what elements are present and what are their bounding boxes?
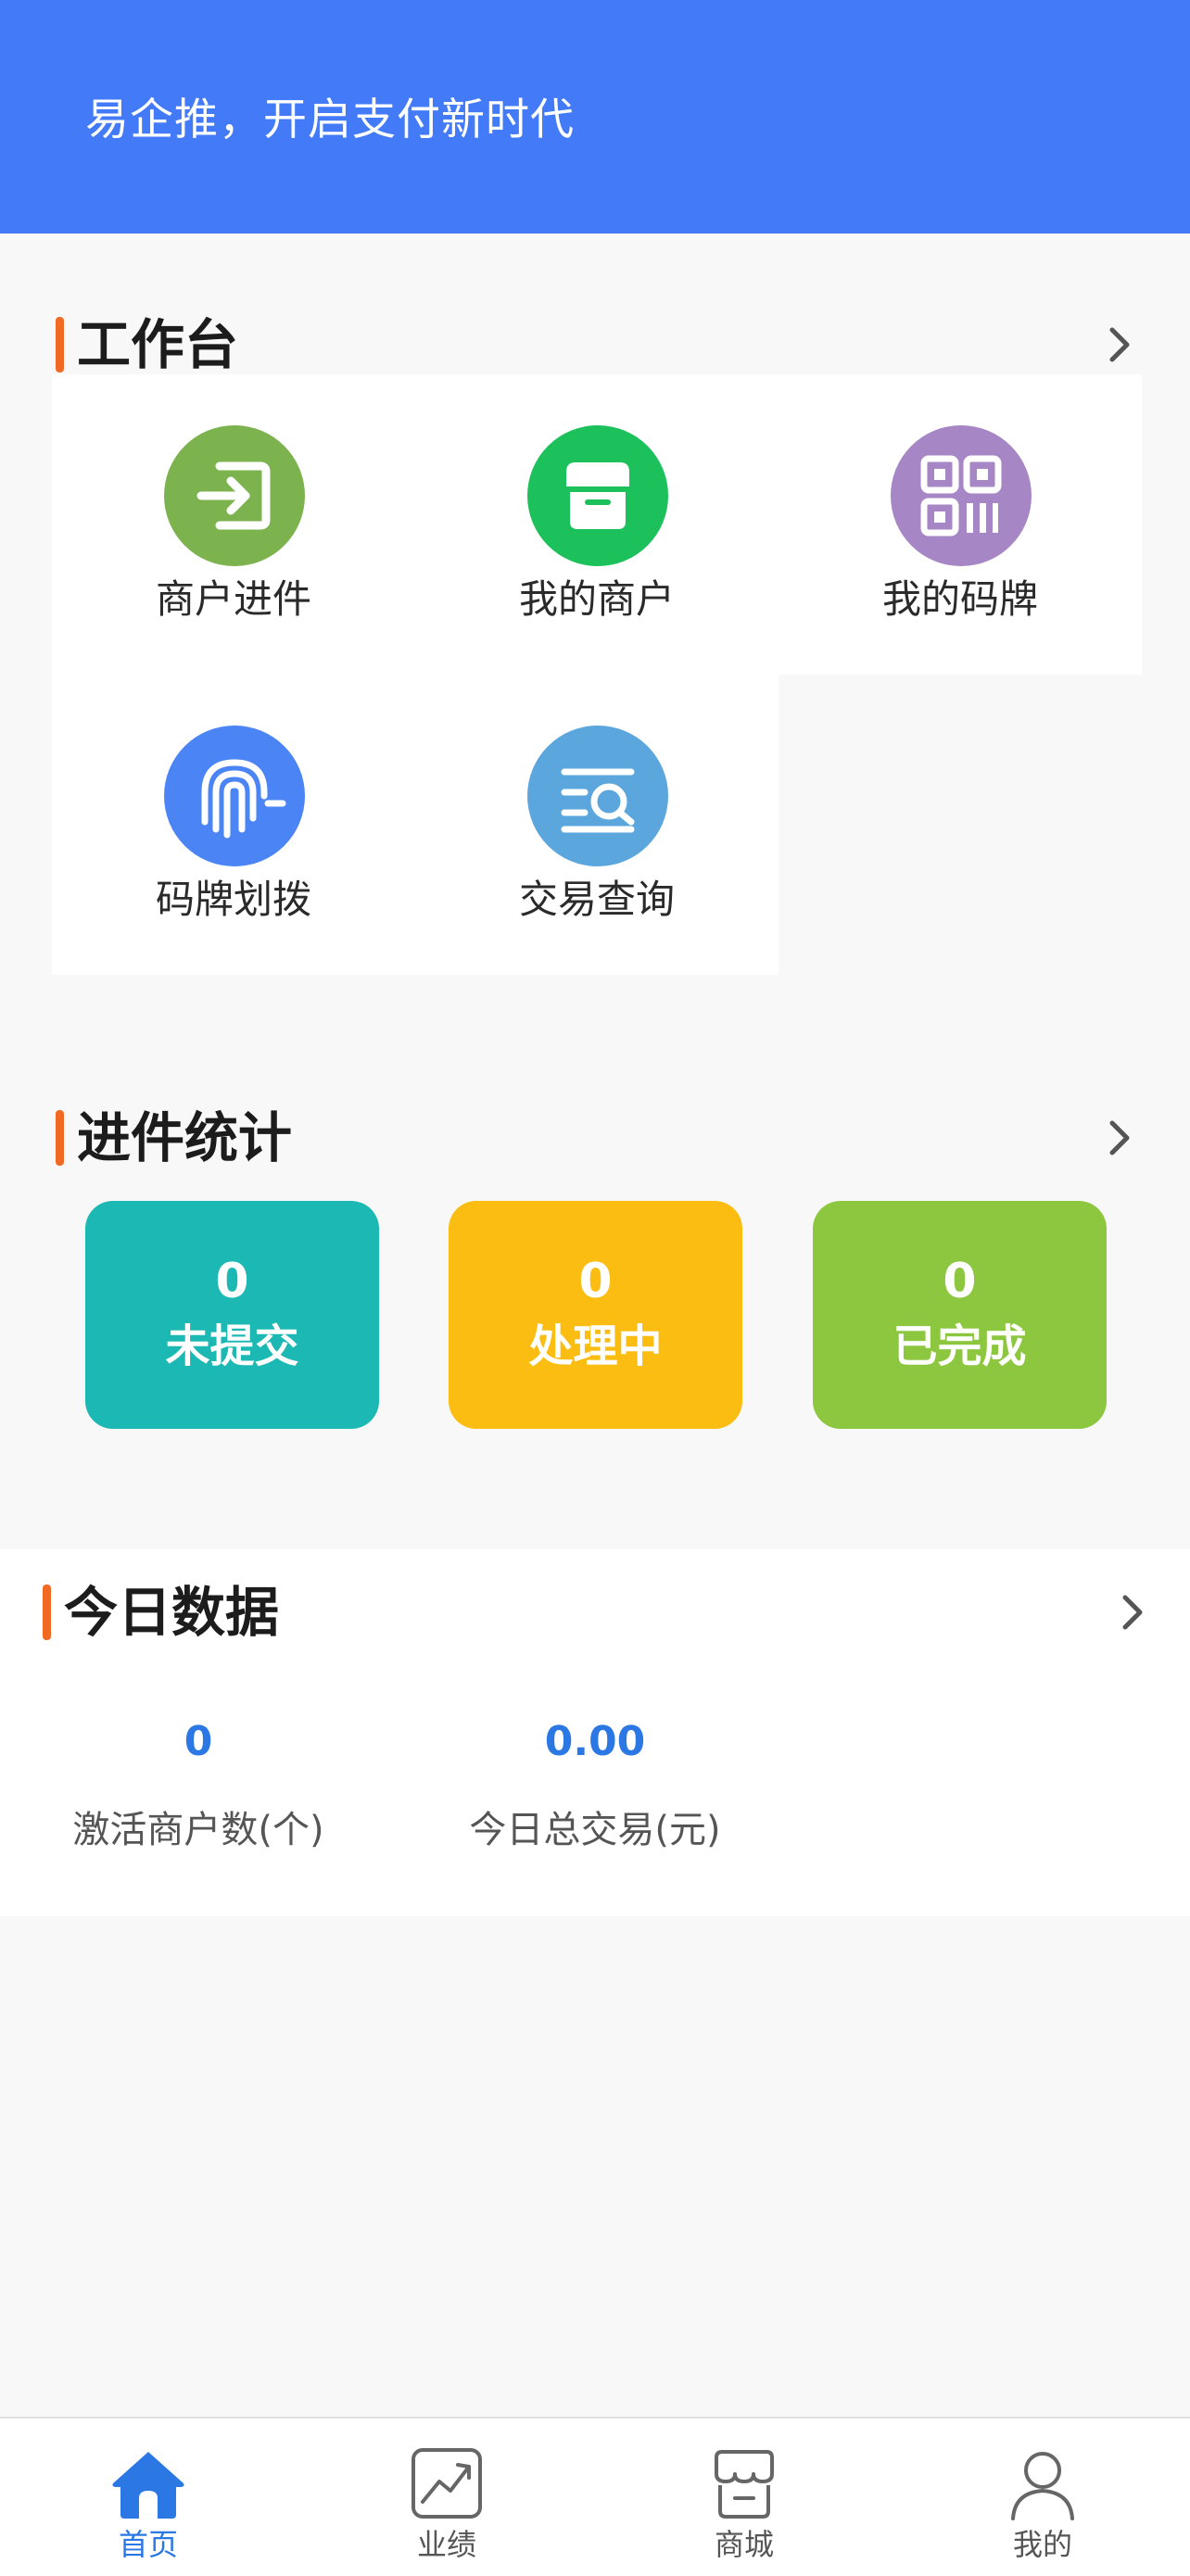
tab-label: 业绩	[416, 2527, 476, 2562]
stats-title: 进件统计	[77, 1106, 293, 1169]
stat-value: 0	[578, 1254, 613, 1309]
home-icon	[112, 2452, 184, 2519]
workbench-item-my-merchants[interactable]: 我的商户	[415, 374, 779, 675]
workbench-title: 工作台	[77, 313, 239, 376]
workbench-item-label: 码牌划拨	[155, 877, 311, 922]
workbench-item-label: 我的商户	[518, 576, 675, 622]
tab-label: 我的	[1012, 2527, 1072, 2562]
workbench-item-transaction-query[interactable]: 交易查询	[415, 675, 779, 975]
today-value: 0.00	[544, 1718, 646, 1765]
store-icon	[527, 425, 668, 566]
list-search-icon	[527, 726, 668, 866]
tab-mine[interactable]: 我的	[950, 2444, 1135, 2565]
stat-card-processing[interactable]: 0 处理中	[449, 1201, 742, 1429]
fingerprint-icon	[164, 726, 305, 866]
stat-card-unsubmitted[interactable]: 0 未提交	[85, 1201, 379, 1429]
today-caption: 今日总交易(元)	[469, 1809, 721, 1851]
bottom-tab-bar: 首页 业绩 商城 我的	[0, 2417, 1190, 2576]
today-section-title: 今日数据	[43, 1579, 279, 1646]
workbench-item-label: 商户进件	[155, 576, 311, 622]
tab-label: 商城	[714, 2527, 774, 2562]
section-accent-bar	[56, 317, 64, 373]
tab-shop[interactable]: 商城	[652, 2444, 837, 2565]
stats-more-chevron-icon[interactable]	[1099, 1110, 1140, 1166]
today-caption: 激活商户数(个)	[72, 1809, 324, 1851]
workbench-item-my-qr-codes[interactable]: 我的码牌	[779, 374, 1142, 675]
stat-card-completed[interactable]: 0 已完成	[813, 1201, 1107, 1429]
stat-label: 处理中	[528, 1320, 663, 1372]
stat-label: 已完成	[892, 1320, 1027, 1372]
today-total-transactions: 0.00 今日总交易(元)	[437, 1714, 753, 1857]
tab-label: 首页	[118, 2527, 178, 2562]
login-arrow-icon	[164, 425, 305, 566]
stat-value: 0	[215, 1254, 249, 1309]
tab-performance[interactable]: 业绩	[354, 2444, 539, 2565]
trend-chart-icon	[411, 2448, 482, 2519]
header-title: 易企推，开启支付新时代	[85, 95, 575, 145]
today-active-merchants: 0 激活商户数(个)	[52, 1714, 345, 1857]
workbench-item-qr-transfer[interactable]: 码牌划拨	[52, 675, 415, 975]
section-accent-bar	[56, 1110, 64, 1166]
tab-home[interactable]: 首页	[56, 2444, 241, 2565]
workbench-item-merchant-onboarding[interactable]: 商户进件	[52, 374, 415, 675]
section-accent-bar	[43, 1585, 51, 1640]
workbench-more-chevron-icon[interactable]	[1099, 317, 1140, 373]
shop-icon	[715, 2450, 774, 2519]
workbench-item-label: 交易查询	[518, 877, 675, 922]
app-header: 易企推，开启支付新时代	[0, 0, 1190, 234]
today-more-chevron-icon[interactable]	[1112, 1585, 1153, 1640]
user-icon	[1011, 2452, 1074, 2520]
stats-section-title: 进件统计	[56, 1105, 292, 1171]
qr-code-icon	[891, 425, 1032, 566]
stat-label: 未提交	[165, 1320, 299, 1372]
stat-value: 0	[943, 1254, 977, 1309]
workbench-item-label: 我的码牌	[881, 576, 1038, 622]
workbench-section-title: 工作台	[56, 311, 238, 378]
today-value: 0	[184, 1718, 213, 1765]
today-title: 今日数据	[64, 1581, 280, 1644]
